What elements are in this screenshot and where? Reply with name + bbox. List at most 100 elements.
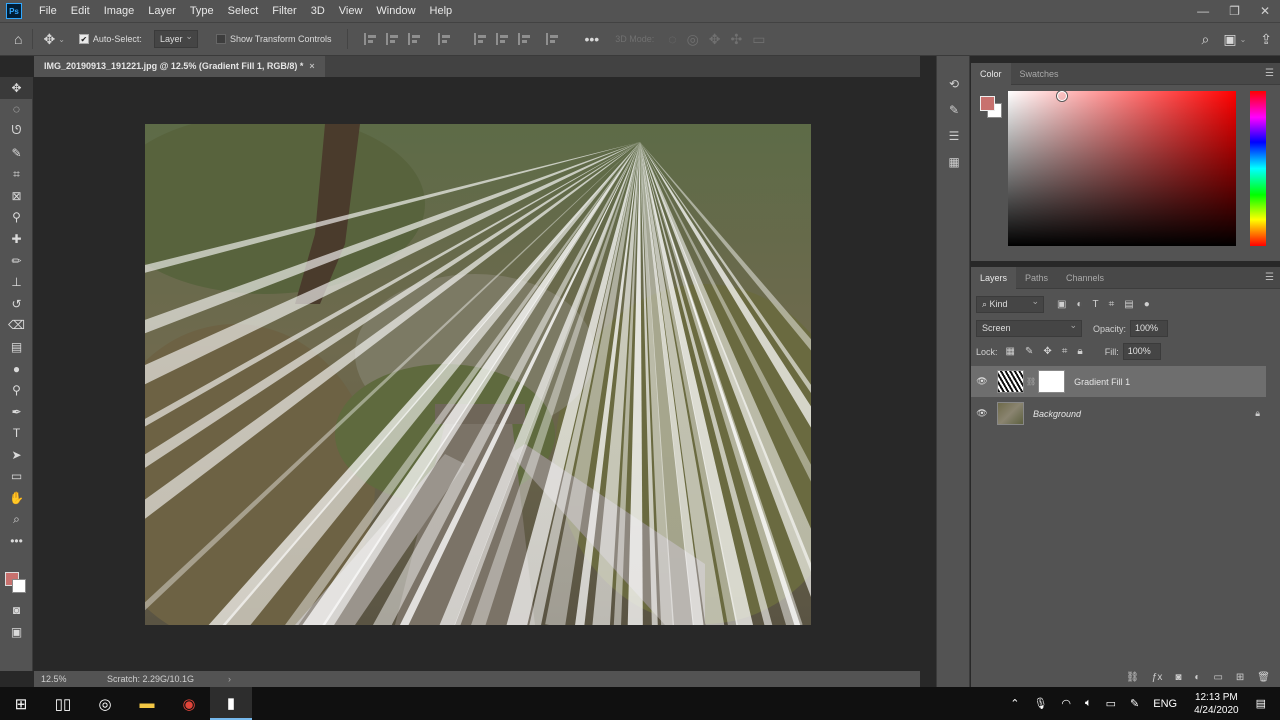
document-image[interactable] bbox=[145, 124, 811, 625]
history-panel-icon[interactable]: ⟲ bbox=[937, 72, 971, 96]
close-button[interactable]: ✕ bbox=[1260, 4, 1270, 18]
blur-tool-icon[interactable]: ● bbox=[0, 358, 33, 380]
notifications-icon[interactable]: ▤ bbox=[1256, 697, 1266, 710]
panel-menu-icon[interactable]: ☰ bbox=[1265, 68, 1274, 79]
layer-row-background[interactable]: 👁︎ Background 🔒︎ bbox=[971, 398, 1266, 429]
distribute-icon[interactable] bbox=[438, 33, 451, 45]
history-brush-tool-icon[interactable]: ↺ bbox=[0, 293, 33, 315]
align-top-icon[interactable] bbox=[474, 33, 487, 45]
menu-help[interactable]: Help bbox=[423, 0, 460, 22]
eyedropper-tool-icon[interactable]: ⚲ bbox=[0, 207, 33, 229]
move-tool-preset-icon[interactable]: ✥ bbox=[43, 31, 55, 48]
filter-type-icon[interactable]: T bbox=[1093, 299, 1099, 310]
path-selection-tool-icon[interactable]: ➤ bbox=[0, 444, 33, 466]
align-right-icon[interactable] bbox=[408, 33, 421, 45]
menu-window[interactable]: Window bbox=[369, 0, 422, 22]
clone-stamp-tool-icon[interactable]: ⊥ bbox=[0, 271, 33, 293]
align-vertical-center-icon[interactable] bbox=[496, 33, 509, 45]
screen-mode-icon[interactable]: ▣ bbox=[0, 621, 33, 643]
chrome-icon[interactable]: ◉ bbox=[168, 687, 210, 720]
new-layer-icon[interactable]: ⊞ bbox=[1236, 672, 1244, 683]
show-transform-checkbox[interactable]: Show Transform Controls bbox=[215, 34, 331, 44]
lock-image-icon[interactable]: ✎ bbox=[1025, 346, 1033, 357]
align-horizontal-center-icon[interactable] bbox=[386, 33, 399, 45]
filter-shape-icon[interactable]: ⌗ bbox=[1109, 299, 1115, 310]
adjustments-icon[interactable]: ☰ bbox=[937, 124, 971, 148]
fx-icon[interactable]: ƒx bbox=[1152, 672, 1163, 683]
clock[interactable]: 12:13 PM 4/24/2020 bbox=[1194, 691, 1239, 717]
move-tool-icon[interactable]: ✥ bbox=[0, 77, 33, 99]
layer-name[interactable]: Background bbox=[1033, 409, 1081, 419]
share-icon[interactable]: ⇪ bbox=[1260, 31, 1272, 48]
filter-kind-dropdown[interactable]: ⌕ Kind bbox=[976, 294, 1044, 313]
menu-type[interactable]: Type bbox=[183, 0, 221, 22]
more-options-icon[interactable]: ••• bbox=[584, 31, 599, 47]
chevron-up-icon[interactable]: ⌃ bbox=[1010, 697, 1019, 710]
panel-menu-icon[interactable]: ☰ bbox=[1265, 272, 1274, 283]
frame-tool-icon[interactable]: ⊠ bbox=[0, 185, 33, 207]
lasso-tool-icon[interactable]: ᘎ bbox=[0, 120, 33, 142]
healing-brush-tool-icon[interactable]: ✚ bbox=[0, 228, 33, 250]
task-view-icon[interactable]: ▯▯ bbox=[42, 687, 84, 720]
menu-filter[interactable]: Filter bbox=[265, 0, 303, 22]
filter-smart-object-icon[interactable]: ▤ bbox=[1124, 299, 1133, 310]
eraser-tool-icon[interactable]: ⌫ bbox=[0, 315, 33, 337]
canvas-area[interactable] bbox=[34, 77, 920, 671]
menu-layer[interactable]: Layer bbox=[141, 0, 183, 22]
zoom-tool-icon[interactable]: ⌕ bbox=[0, 509, 33, 531]
language-indicator[interactable]: ENG bbox=[1153, 698, 1177, 710]
color-picker-cursor[interactable] bbox=[1057, 91, 1067, 101]
tab-swatches[interactable]: Swatches bbox=[1011, 63, 1068, 85]
background-color-swatch[interactable] bbox=[12, 579, 26, 593]
align-left-icon[interactable] bbox=[364, 33, 377, 45]
marquee-tool-icon[interactable]: ◌ bbox=[0, 99, 33, 121]
tab-color[interactable]: Color bbox=[971, 62, 1011, 85]
visibility-eye-icon[interactable]: 👁︎ bbox=[971, 376, 993, 387]
auto-select-checkbox[interactable]: ✔ Auto-Select: bbox=[78, 34, 142, 44]
new-adjustment-icon[interactable]: ◐ bbox=[1194, 672, 1200, 683]
foreground-color-chip[interactable] bbox=[980, 96, 995, 111]
color-picker-field[interactable] bbox=[1008, 91, 1236, 246]
tab-channels[interactable]: Channels bbox=[1057, 267, 1113, 289]
search-icon[interactable]: ⌕ bbox=[1201, 31, 1209, 48]
wifi-icon[interactable]: ◠ bbox=[1061, 697, 1071, 710]
workspace-icon[interactable]: ▣ bbox=[1223, 31, 1236, 48]
brush-settings-icon[interactable]: ✎ bbox=[937, 98, 971, 122]
document-app-icon[interactable]: ▮ bbox=[210, 687, 252, 720]
brush-tool-icon[interactable]: ✏ bbox=[0, 250, 33, 272]
rectangle-tool-icon[interactable]: ▭ bbox=[0, 466, 33, 488]
layer-row-gradient-fill[interactable]: 👁︎ ⛓ Gradient Fill 1 bbox=[971, 366, 1266, 397]
menu-select[interactable]: Select bbox=[221, 0, 266, 22]
menu-file[interactable]: File bbox=[32, 0, 64, 22]
hue-slider[interactable] bbox=[1250, 91, 1266, 246]
link-layers-icon[interactable]: ⛓ bbox=[1126, 672, 1139, 683]
fill-input[interactable]: 100% bbox=[1122, 343, 1161, 360]
zoom-level[interactable]: 12.5% bbox=[34, 674, 94, 684]
windows-start-icon[interactable]: ⊞ bbox=[0, 687, 42, 720]
quick-select-tool-icon[interactable]: ✎ bbox=[0, 142, 33, 164]
align-bottom-icon[interactable] bbox=[518, 33, 531, 45]
lock-all-icon[interactable]: 🔒︎ bbox=[1077, 346, 1082, 357]
tab-layers[interactable]: Layers bbox=[971, 266, 1017, 289]
home-icon[interactable]: ⌂ bbox=[14, 31, 22, 47]
pen-icon[interactable]: ✎ bbox=[1130, 697, 1139, 710]
file-explorer-icon[interactable]: ▬ bbox=[126, 687, 168, 720]
chevron-down-icon[interactable]: ⌄ bbox=[1240, 35, 1247, 44]
status-menu-arrow[interactable]: › bbox=[228, 674, 231, 684]
distribute-vertical-icon[interactable] bbox=[546, 33, 559, 45]
edit-toolbar-icon[interactable]: ••• bbox=[0, 530, 33, 552]
visibility-eye-icon[interactable]: 👁︎ bbox=[971, 408, 993, 419]
filter-toggle-icon[interactable]: ● bbox=[1144, 299, 1150, 310]
auto-select-target-dropdown[interactable]: Layer bbox=[153, 28, 198, 48]
lock-artboard-icon[interactable]: ⌗ bbox=[1062, 346, 1068, 357]
hand-tool-icon[interactable]: ✋ bbox=[0, 487, 33, 509]
document-tab[interactable]: IMG_20190913_191221.jpg @ 12.5% (Gradien… bbox=[34, 56, 325, 77]
chevron-down-icon[interactable]: ⌄ bbox=[58, 35, 65, 44]
type-tool-icon[interactable]: T bbox=[0, 423, 33, 445]
menu-image[interactable]: Image bbox=[97, 0, 142, 22]
filter-pixel-icon[interactable]: ▣ bbox=[1057, 299, 1066, 310]
menu-edit[interactable]: Edit bbox=[64, 0, 97, 22]
lock-transparent-icon[interactable]: ▦ bbox=[1006, 346, 1015, 357]
dodge-tool-icon[interactable]: ⚲ bbox=[0, 379, 33, 401]
layer-name[interactable]: Gradient Fill 1 bbox=[1074, 377, 1130, 387]
